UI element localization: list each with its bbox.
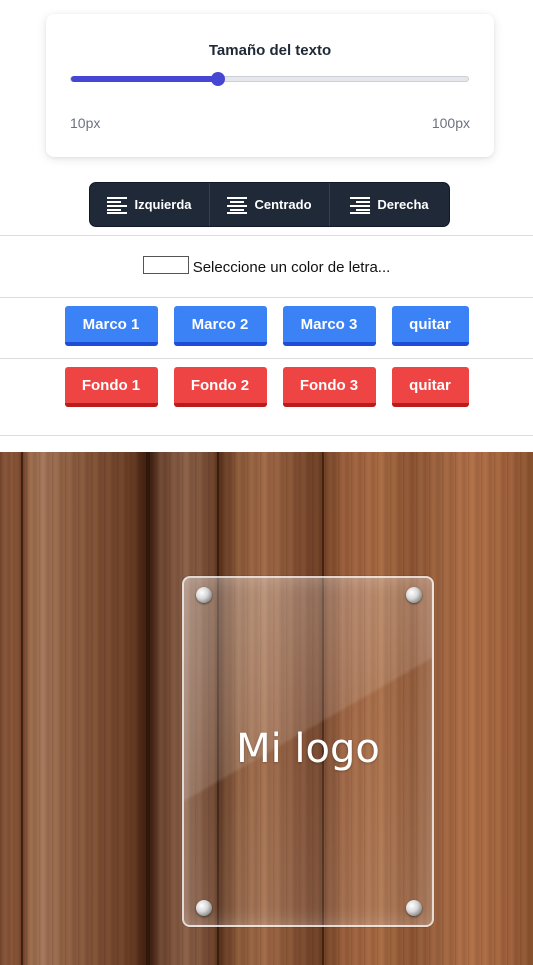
align-left-button[interactable]: Izquierda [90, 183, 210, 226]
font-color-label: Seleccione un color de letra... [192, 259, 391, 276]
align-center-button[interactable]: Centrado [210, 183, 330, 226]
background-3-button[interactable]: Fondo 3 [282, 367, 376, 407]
frame-1-button[interactable]: Marco 1 [64, 306, 158, 346]
align-left-label: Izquierda [134, 197, 192, 212]
text-size-card: Tamaño del texto 10px 100px [46, 14, 494, 157]
slider-max-label: 100px [431, 115, 470, 131]
align-right-button[interactable]: Derecha [330, 183, 449, 226]
text-size-slider[interactable] [70, 72, 469, 86]
align-right-label: Derecha [377, 197, 429, 212]
frame-3-button[interactable]: Marco 3 [282, 306, 376, 346]
screw-icon [196, 587, 212, 603]
screw-icon [406, 900, 422, 916]
frame-2-button[interactable]: Marco 2 [173, 306, 267, 346]
font-color-row: Seleccione un color de letra... [0, 256, 533, 276]
align-left-icon [107, 196, 128, 214]
divider [0, 358, 533, 359]
align-center-label: Centrado [254, 197, 312, 212]
remove-background-button[interactable]: quitar [391, 367, 469, 407]
glass-plaque-frame: Mi logo [182, 576, 434, 927]
slider-thumb[interactable] [210, 72, 225, 86]
slider-min-label: 10px [70, 115, 101, 131]
slider-fill [71, 76, 218, 82]
divider [0, 435, 533, 436]
align-right-icon [350, 196, 371, 214]
logo-preview: Mi logo [0, 452, 533, 965]
background-2-button[interactable]: Fondo 2 [173, 367, 267, 407]
screw-icon [406, 587, 422, 603]
alignment-toolbar: Izquierda Centrado Derecha [89, 182, 450, 227]
screw-icon [196, 900, 212, 916]
wood-grain [146, 452, 150, 965]
wood-grain [21, 452, 23, 965]
align-center-icon [227, 196, 248, 214]
frame-buttons-row: Marco 1 Marco 2 Marco 3 quitar [0, 306, 533, 346]
font-color-picker[interactable] [142, 256, 189, 274]
divider [0, 297, 533, 298]
logo-text: Mi logo [236, 726, 380, 772]
background-buttons-row: Fondo 1 Fondo 2 Fondo 3 quitar [0, 367, 533, 407]
text-size-title: Tamaño del texto [208, 42, 332, 59]
remove-frame-button[interactable]: quitar [391, 306, 469, 346]
background-1-button[interactable]: Fondo 1 [64, 367, 158, 407]
divider [0, 235, 533, 236]
